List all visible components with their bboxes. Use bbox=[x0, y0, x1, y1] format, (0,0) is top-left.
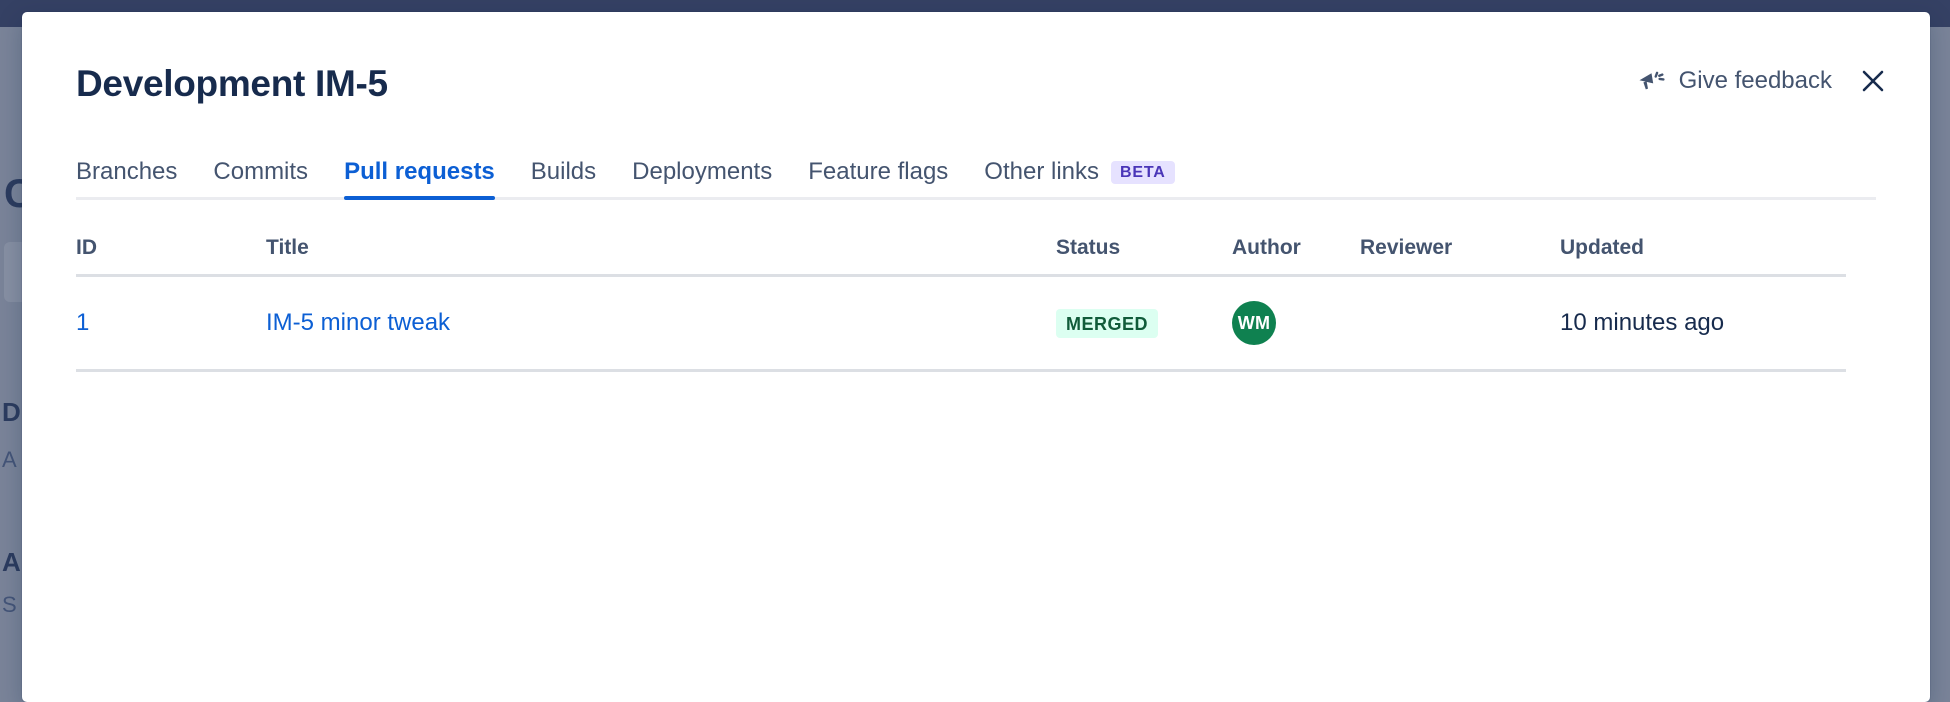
cell-title: IM-5 minor tweak bbox=[266, 276, 1056, 371]
table-header: ID Title Status Author Reviewer Updated bbox=[76, 236, 1846, 276]
tab-label: Pull requests bbox=[344, 158, 495, 186]
column-header-updated: Updated bbox=[1560, 236, 1846, 276]
tab-label: Branches bbox=[76, 158, 177, 186]
cell-reviewer bbox=[1360, 276, 1560, 371]
give-feedback-button[interactable]: Give feedback bbox=[1636, 66, 1832, 96]
column-header-status: Status bbox=[1056, 236, 1232, 276]
background-glyph: S bbox=[2, 592, 17, 618]
tab-label: Feature flags bbox=[808, 158, 948, 186]
cell-author: WM bbox=[1232, 276, 1360, 371]
column-header-reviewer: Reviewer bbox=[1360, 236, 1560, 276]
column-header-author: Author bbox=[1232, 236, 1360, 276]
pull-requests-table: ID Title Status Author Reviewer Updated … bbox=[76, 236, 1846, 372]
megaphone-icon bbox=[1636, 66, 1666, 96]
cell-updated: 10 minutes ago bbox=[1560, 276, 1846, 371]
tab-label: Commits bbox=[213, 158, 308, 186]
development-modal: Development IM-5 Give feedback bbox=[22, 12, 1930, 702]
table-row[interactable]: 1 IM-5 minor tweak MERGED WM 10 minutes … bbox=[76, 276, 1846, 371]
background-glyph: A bbox=[2, 447, 17, 473]
page-title: Development IM-5 bbox=[76, 65, 388, 102]
cell-status: MERGED bbox=[1056, 276, 1232, 371]
beta-badge: BETA bbox=[1111, 161, 1175, 184]
tab-pull-requests[interactable]: Pull requests bbox=[344, 158, 495, 200]
table-header-row: ID Title Status Author Reviewer Updated bbox=[76, 236, 1846, 276]
tab-label: Deployments bbox=[632, 158, 772, 186]
tab-feature-flags[interactable]: Feature flags bbox=[808, 158, 948, 200]
cell-id: 1 bbox=[76, 276, 266, 371]
tab-other-links[interactable]: Other links BETA bbox=[984, 158, 1174, 200]
tab-deployments[interactable]: Deployments bbox=[632, 158, 772, 200]
give-feedback-label: Give feedback bbox=[1679, 67, 1832, 95]
pr-title-link[interactable]: IM-5 minor tweak bbox=[266, 309, 450, 336]
column-header-id: ID bbox=[76, 236, 266, 276]
background-glyph: A bbox=[2, 547, 21, 578]
pull-requests-table-container: ID Title Status Author Reviewer Updated … bbox=[76, 236, 1876, 372]
header-actions: Give feedback bbox=[1636, 66, 1888, 96]
close-icon bbox=[1858, 66, 1888, 96]
tab-bar: Branches Commits Pull requests Builds De… bbox=[76, 130, 1876, 200]
modal-header: Development IM-5 Give feedback bbox=[22, 12, 1930, 130]
tab-label: Other links bbox=[984, 158, 1099, 186]
table-body: 1 IM-5 minor tweak MERGED WM 10 minutes … bbox=[76, 276, 1846, 371]
avatar[interactable]: WM bbox=[1232, 301, 1276, 345]
tab-commits[interactable]: Commits bbox=[213, 158, 308, 200]
tab-label: Builds bbox=[531, 158, 596, 186]
tab-builds[interactable]: Builds bbox=[531, 158, 596, 200]
column-header-title: Title bbox=[266, 236, 1056, 276]
tab-list: Branches Commits Pull requests Builds De… bbox=[76, 130, 1876, 200]
close-button[interactable] bbox=[1858, 66, 1888, 96]
tab-branches[interactable]: Branches bbox=[76, 158, 177, 200]
status-badge: MERGED bbox=[1056, 309, 1158, 338]
background-glyph: D bbox=[2, 397, 21, 428]
pr-id-link[interactable]: 1 bbox=[76, 309, 89, 336]
